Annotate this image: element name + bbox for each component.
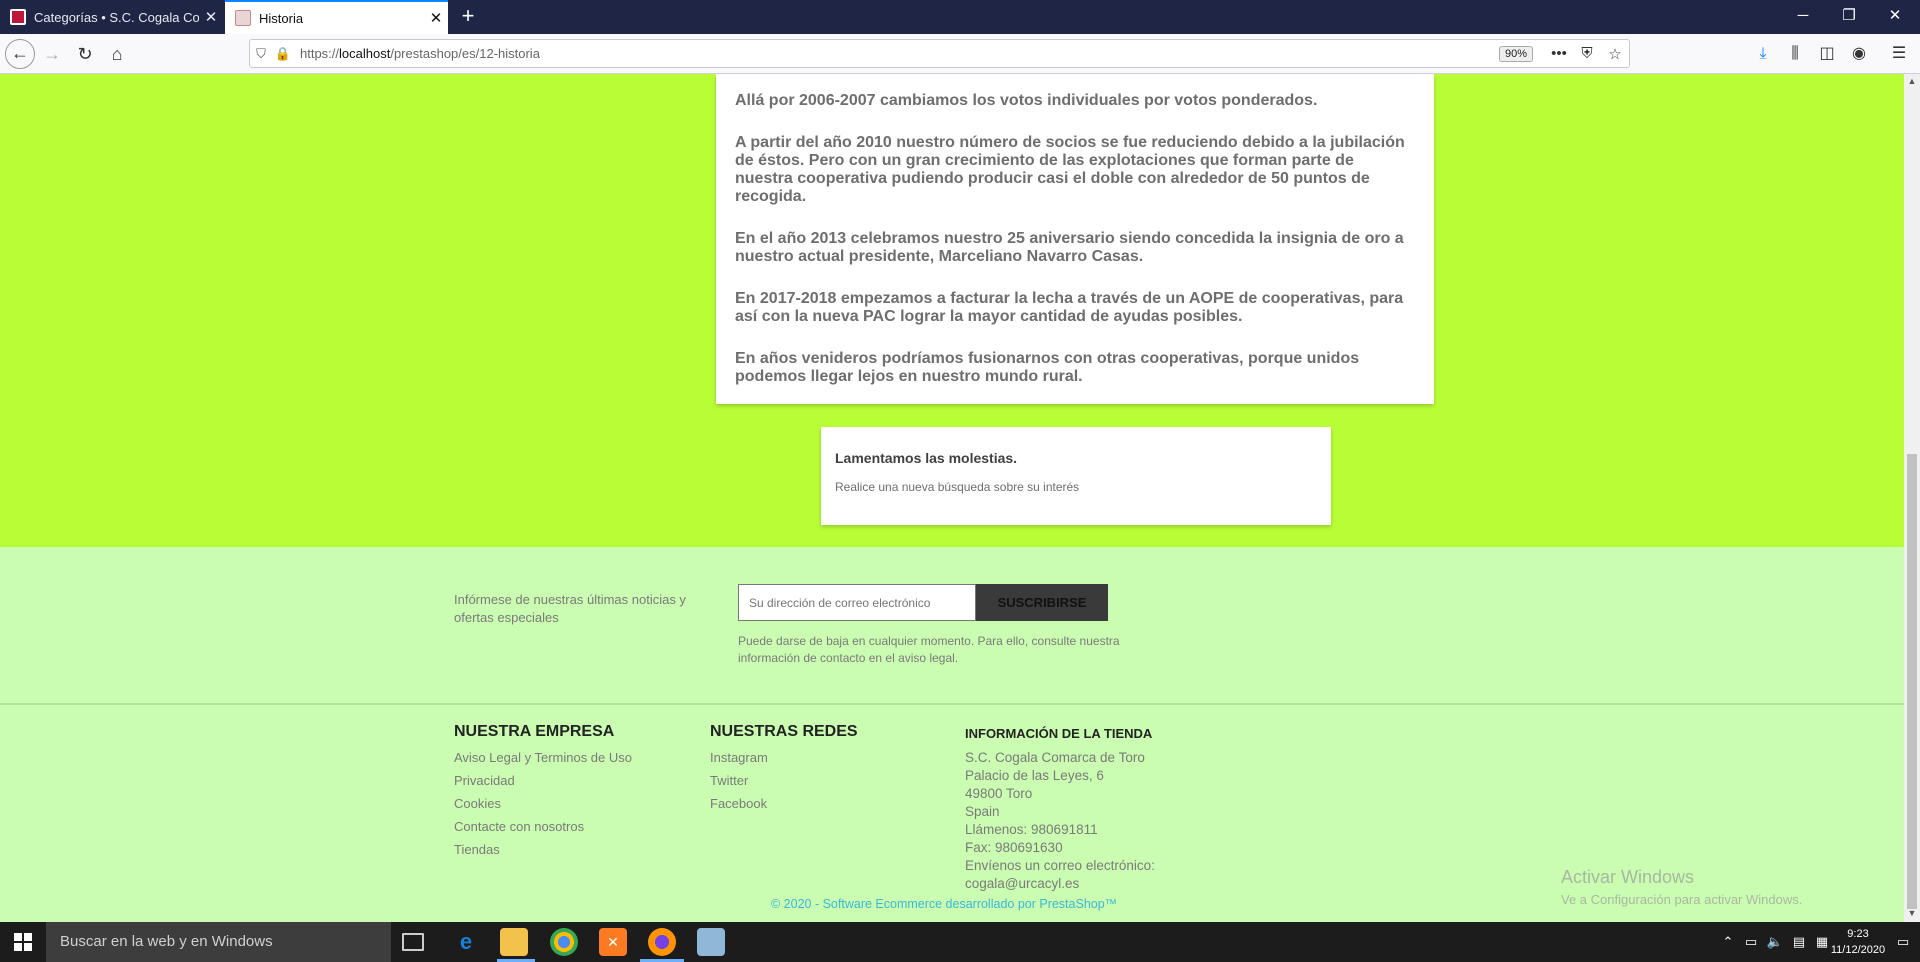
store-fax: Fax: 980691630: [965, 840, 1063, 855]
menu-icon[interactable]: ☰: [1886, 42, 1912, 66]
page-favicon-icon: [235, 10, 251, 26]
newsletter-text: Infórmese de nuestras últimas noticias y…: [454, 592, 686, 625]
browser-nav-bar: ← → ↻ ⌂ ⛉ 🔒 https://localhost/prestashop…: [0, 34, 1920, 74]
newsletter-note: Puede darse de baja en cualquier momento…: [738, 634, 1120, 665]
taskbar-clock[interactable]: 9:23 11/12/2020: [1828, 926, 1888, 958]
history-paragraph: Allá por 2006-2007 cambiamos los votos i…: [735, 92, 1318, 109]
clock-date: 11/12/2020: [1830, 944, 1886, 956]
no-products-notice: Lamentamos las molestias. Realice una nu…: [821, 427, 1331, 525]
shield-icon[interactable]: ⛉: [250, 46, 272, 62]
windows-activation-watermark: Activar Windows Ve a Configuración para …: [1561, 867, 1802, 907]
page-viewport: Allá por 2006-2007 cambiamos los votos i…: [0, 74, 1904, 922]
subscribe-button[interactable]: SUSCRIBIRSE: [976, 584, 1108, 621]
close-tab-icon[interactable]: ✕: [199, 8, 223, 26]
volume-icon[interactable]: 🔈: [1764, 922, 1786, 962]
tab-title: Categorías • S.C. Cogala Coma: [34, 9, 199, 25]
store-postcode: 49800 Toro: [965, 786, 1033, 801]
minimize-icon[interactable]: ─: [1780, 0, 1826, 34]
history-paragraph: En 2017-2018 empezamos a facturar la lec…: [735, 290, 1404, 325]
store-address: Palacio de las Leyes, 6: [965, 768, 1104, 783]
newsletter-email-input[interactable]: [738, 584, 976, 621]
footer: NUESTRA EMPRESA Aviso Legal y Terminos d…: [0, 705, 1904, 922]
tab-historia[interactable]: Historia ✕: [225, 0, 448, 34]
scroll-down-icon[interactable]: ▼: [1904, 908, 1920, 918]
lock-icon[interactable]: 🔒: [272, 46, 294, 62]
newsletter-section: Infórmese de nuestras últimas noticias y…: [0, 547, 1904, 705]
more-actions-icon[interactable]: •••: [1545, 45, 1573, 62]
pocket-icon[interactable]: ⛨: [1573, 45, 1601, 62]
notice-subtext: Realice una nueva búsqueda sobre su inte…: [835, 480, 1080, 494]
start-button[interactable]: [0, 922, 46, 962]
edge-icon[interactable]: e: [452, 928, 480, 956]
account-icon[interactable]: ◉: [1846, 42, 1872, 66]
home-icon[interactable]: ⌂: [102, 39, 132, 69]
tab-title: Historia: [259, 10, 304, 26]
reload-icon[interactable]: ↻: [70, 39, 100, 69]
firefox-icon[interactable]: [648, 928, 676, 956]
tray-overflow-icon[interactable]: ⌃: [1718, 922, 1738, 962]
bookmark-star-icon[interactable]: ☆: [1601, 45, 1629, 63]
footer-store-column: INFORMACIÓN DE LA TIENDA S.C. Cogala Com…: [965, 723, 1155, 893]
tab-categorias[interactable]: Categorías • S.C. Cogala Coma ✕: [0, 0, 223, 34]
new-tab-button[interactable]: +: [455, 4, 481, 30]
file-explorer-icon[interactable]: [500, 928, 528, 956]
footer-link-stores[interactable]: Tiendas: [454, 842, 632, 857]
chrome-icon[interactable]: [550, 928, 578, 956]
forward-icon[interactable]: →: [37, 39, 67, 69]
clock-time: 9:23: [1847, 928, 1869, 940]
taskbar-search-box[interactable]: Buscar en la web y en Windows: [46, 922, 391, 962]
windows-taskbar: Buscar en la web y en Windows e ✕ ⌃ ▭ 🔈 …: [0, 922, 1920, 962]
store-name: S.C. Cogala Comarca de Toro: [965, 750, 1145, 765]
windows-logo-icon: [14, 933, 32, 951]
copyright-link[interactable]: © 2020 - Software Ecommerce desarrollado…: [771, 897, 1117, 911]
history-paragraph: En el año 2013 celebramos nuestro 25 ani…: [735, 230, 1404, 265]
notepad-icon[interactable]: [697, 928, 725, 956]
url-text[interactable]: https://localhost/prestashop/es/12-histo…: [294, 46, 1499, 61]
footer-link-facebook[interactable]: Facebook: [710, 796, 858, 811]
scrollbar-thumb[interactable]: [1907, 454, 1917, 909]
footer-link-privacy[interactable]: Privacidad: [454, 773, 632, 788]
zoom-level[interactable]: 90%: [1498, 45, 1533, 62]
site-favicon-icon: [10, 9, 26, 25]
sidebar-icon[interactable]: ◫: [1814, 42, 1840, 66]
network-icon[interactable]: ▤: [1788, 922, 1810, 962]
library-icon[interactable]: ⫼: [1782, 42, 1808, 66]
footer-link-legal[interactable]: Aviso Legal y Terminos de Uso: [454, 750, 632, 765]
back-icon[interactable]: ←: [5, 39, 35, 69]
history-paragraph: En años venideros podríamos fusionarnos …: [735, 350, 1360, 385]
footer-store-title: INFORMACIÓN DE LA TIENDA: [965, 726, 1153, 741]
main-content: Allá por 2006-2007 cambiamos los votos i…: [0, 74, 1904, 547]
footer-social-column: NUESTRAS REDES Instagram Twitter Faceboo…: [710, 723, 858, 819]
footer-company-title: NUESTRA EMPRESA: [454, 723, 615, 740]
restore-icon[interactable]: ❐: [1826, 0, 1872, 34]
url-bar[interactable]: ⛉ 🔒 https://localhost/prestashop/es/12-h…: [249, 39, 1630, 68]
scroll-up-icon[interactable]: ▲: [1904, 76, 1920, 86]
activation-subtitle: Ve a Configuración para activar Windows.: [1561, 892, 1803, 907]
store-email[interactable]: cogala@urcacyl.es: [965, 875, 1155, 893]
xampp-icon[interactable]: ✕: [599, 928, 627, 956]
footer-link-cookies[interactable]: Cookies: [454, 796, 632, 811]
footer-link-twitter[interactable]: Twitter: [710, 773, 858, 788]
footer-company-column: NUESTRA EMPRESA Aviso Legal y Terminos d…: [454, 723, 632, 865]
close-window-icon[interactable]: ✕: [1872, 0, 1918, 34]
download-icon[interactable]: ⤓: [1750, 42, 1776, 66]
activation-title: Activar Windows: [1561, 867, 1695, 887]
footer-link-instagram[interactable]: Instagram: [710, 750, 858, 765]
history-paragraph: A partir del año 2010 nuestro número de …: [735, 134, 1405, 205]
task-view-icon[interactable]: [402, 933, 424, 951]
page-scrollbar[interactable]: ▲ ▼: [1904, 74, 1920, 922]
store-email-label: Envíenos un correo electrónico:: [965, 858, 1155, 873]
browser-tab-bar: Categorías • S.C. Cogala Coma ✕ Historia…: [0, 0, 1920, 34]
footer-social-title: NUESTRAS REDES: [710, 723, 858, 740]
notifications-icon[interactable]: ▭: [1892, 922, 1914, 962]
store-country: Spain: [965, 804, 1000, 819]
store-phone: Llámenos: 980691811: [965, 822, 1098, 837]
close-tab-icon[interactable]: ✕: [424, 9, 448, 27]
battery-icon[interactable]: ▭: [1740, 922, 1762, 962]
notice-heading: Lamentamos las molestias.: [835, 450, 1018, 466]
history-card: Allá por 2006-2007 cambiamos los votos i…: [716, 74, 1434, 404]
footer-link-contact[interactable]: Contacte con nosotros: [454, 819, 632, 834]
